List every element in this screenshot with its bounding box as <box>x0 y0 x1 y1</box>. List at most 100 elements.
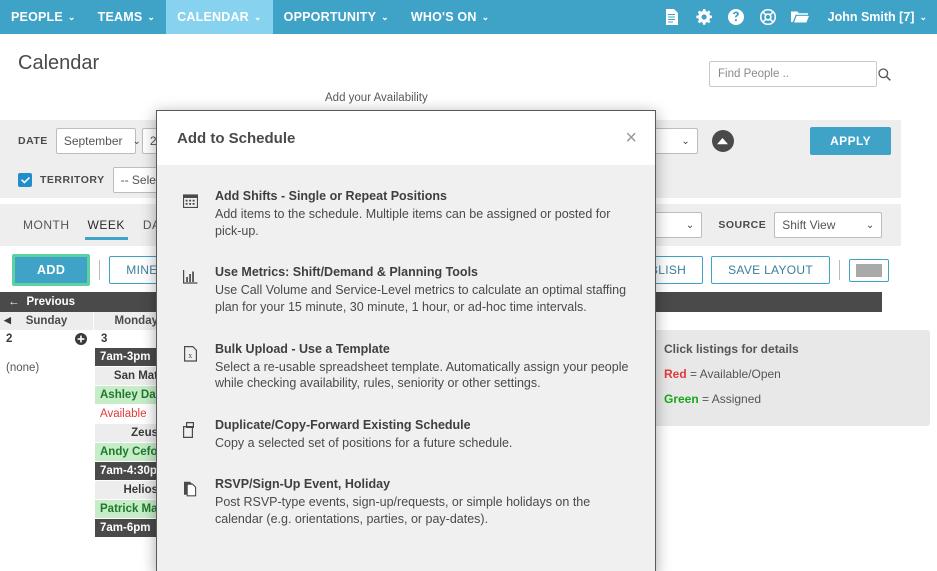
calendar-header-monday[interactable]: Monday <box>94 312 162 330</box>
search-icon[interactable] <box>878 67 899 81</box>
nav-item-whos-on[interactable]: WHO'S ON ⌄ <box>400 0 500 34</box>
modal-option-desc: Post RSVP-type events, sign-up/requests,… <box>215 495 591 526</box>
calendar-entry[interactable]: San Mat <box>95 367 163 386</box>
tab-month[interactable]: MONTH <box>14 212 79 238</box>
previous-label: Previous <box>26 296 76 308</box>
divider <box>99 260 101 280</box>
document-icon[interactable] <box>656 0 688 34</box>
calendar-entry[interactable]: Zeus <box>95 424 163 443</box>
close-icon[interactable]: × <box>625 128 637 148</box>
legend-green-row: Green = Assigned <box>664 392 916 406</box>
add-button[interactable]: ADD <box>12 254 91 286</box>
modal-option-text: RSVP/Sign-Up Event, Holiday Post RSVP-ty… <box>215 477 633 527</box>
calendar-header-sunday[interactable]: ◀ Sunday <box>0 312 94 330</box>
modal-option-text: Use Metrics: Shift/Demand & Planning Too… <box>215 265 633 315</box>
bar-chart-icon <box>179 265 201 315</box>
calendar-entry[interactable]: 7am-4:30pm <box>95 462 163 481</box>
top-navigation-bar: PEOPLE ⌄ TEAMS ⌄ CALENDAR ⌄ OPPORTUNITY … <box>0 0 937 34</box>
chevron-down-icon: ⌄ <box>681 135 690 147</box>
nav-item-opportunity[interactable]: OPPORTUNITY ⌄ <box>273 0 400 34</box>
modal-option-duplicate-schedule[interactable]: Duplicate/Copy-Forward Existing Schedule… <box>179 418 633 452</box>
apply-button[interactable]: APPLY <box>810 127 891 155</box>
action-row-right: PUBLISH SAVE LAYOUT <box>615 256 889 284</box>
add-to-schedule-modal: Add to Schedule × Add Shifts - Single or… <box>156 110 656 571</box>
nav-item-label: PEOPLE <box>11 10 63 24</box>
gear-icon[interactable] <box>688 0 720 34</box>
nav-item-people[interactable]: PEOPLE ⌄ <box>0 0 87 34</box>
legend-title: Click listings for details <box>664 342 799 356</box>
modal-option-bulk-upload[interactable]: x Bulk Upload - Use a Template Select a … <box>179 342 633 392</box>
modal-option-desc: Select a re-usable spreadsheet template.… <box>215 359 629 391</box>
modal-header: Add to Schedule × <box>157 111 655 165</box>
calendar-empty-label: (none) <box>6 362 40 374</box>
chevron-down-icon: ⌄ <box>865 219 875 231</box>
modal-option-text: Duplicate/Copy-Forward Existing Schedule… <box>215 418 633 452</box>
modal-body: Add Shifts - Single or Repeat Positions … <box>157 165 655 571</box>
add-shift-icon[interactable] <box>75 333 87 345</box>
arrow-prev-week-icon[interactable]: ◀ <box>4 315 11 326</box>
calendar-column-sunday: 2 (none) <box>0 330 94 374</box>
source-label: SOURCE <box>718 219 767 231</box>
modal-option-title: RSVP/Sign-Up Event, Holiday <box>215 477 391 492</box>
calendar-daynum-monday: 3 <box>95 330 163 348</box>
modal-option-rsvp-event[interactable]: RSVP/Sign-Up Event, Holiday Post RSVP-ty… <box>179 477 633 527</box>
page-title: Calendar <box>18 52 100 74</box>
calendar-entry[interactable]: Patrick Mart <box>95 500 163 519</box>
chevron-down-icon: ⌄ <box>253 11 262 22</box>
modal-option-use-metrics[interactable]: Use Metrics: Shift/Demand & Planning Too… <box>179 265 633 315</box>
copy-icon <box>179 418 201 452</box>
modal-option-desc: Add items to the schedule. Multiple item… <box>215 207 611 238</box>
territory-checkbox[interactable] <box>18 173 32 187</box>
calendar-header-label: Sunday <box>25 315 68 327</box>
modal-option-title: Add Shifts - Single or Repeat Positions <box>215 189 447 203</box>
search-box[interactable] <box>709 61 891 87</box>
nav-item-label: CALENDAR <box>177 10 249 24</box>
calendar-header-label: Monday <box>114 315 158 327</box>
nav-item-teams[interactable]: TEAMS ⌄ <box>87 0 167 34</box>
check-icon <box>20 176 30 184</box>
add-availability-link[interactable]: Add your Availability <box>325 92 428 104</box>
legend-panel: Click listings for details Red = Availab… <box>650 330 930 426</box>
collapse-filters-button[interactable] <box>711 130 734 152</box>
source-select-value: Shift View <box>782 218 836 232</box>
calendar-entry[interactable]: 7am-3pm <box>95 348 163 367</box>
calendar-entry[interactable]: 7am-6pm <box>95 519 163 538</box>
user-menu[interactable]: John Smith [7] ⌄ <box>816 10 927 24</box>
calendar-entry[interactable]: Andy Cefolo <box>95 443 163 462</box>
chevron-up-icon <box>717 137 729 144</box>
modal-option-desc: Use Call Volume and Service-Level metric… <box>215 283 627 314</box>
lifebuoy-icon[interactable] <box>752 0 784 34</box>
calendar-entry[interactable]: Ashley Daly <box>95 386 163 405</box>
help-icon[interactable] <box>720 0 752 34</box>
chevron-down-icon: ⌄ <box>67 11 76 22</box>
calendar-date-label: 2 <box>6 333 13 345</box>
month-select[interactable]: September ⌄ <box>55 128 141 154</box>
user-name-label: John Smith [7] <box>827 10 915 24</box>
divider <box>839 260 840 280</box>
chevron-down-icon: ⌄ <box>685 219 695 231</box>
color-swatch-button[interactable] <box>849 258 889 282</box>
color-swatch <box>856 263 882 277</box>
date-filter-label: DATE <box>18 135 48 147</box>
nav-item-calendar[interactable]: CALENDAR ⌄ <box>166 0 273 34</box>
calendar-column-monday: 3 7am-3pm San Mat Ashley Daly Available … <box>95 330 163 538</box>
territory-filter-label: TERRITORY <box>40 174 105 186</box>
chevron-down-icon: ⌄ <box>132 135 141 147</box>
nav-item-label: OPPORTUNITY <box>283 10 377 24</box>
tab-week[interactable]: WEEK <box>79 212 134 240</box>
calendar-entry[interactable]: Helios <box>95 481 163 500</box>
modal-option-add-shifts[interactable]: Add Shifts - Single or Repeat Positions … <box>179 189 633 239</box>
modal-option-text: Add Shifts - Single or Repeat Positions … <box>215 189 633 239</box>
chevron-down-icon: ⌄ <box>147 11 156 22</box>
legend-red-row: Red = Available/Open <box>664 367 916 381</box>
search-input[interactable] <box>710 68 878 80</box>
legend-green-text: = Assigned <box>698 392 762 406</box>
nav-icon-group: John Smith [7] ⌄ <box>656 0 937 34</box>
save-layout-button[interactable]: SAVE LAYOUT <box>711 256 830 284</box>
source-select[interactable]: Shift View ⌄ <box>774 212 883 238</box>
folder-icon[interactable] <box>784 0 816 34</box>
calendar-daynum-sunday: 2 <box>0 330 93 348</box>
nav-menu-list: PEOPLE ⌄ TEAMS ⌄ CALENDAR ⌄ OPPORTUNITY … <box>0 0 500 34</box>
legend-red-word: Red <box>664 367 687 381</box>
calendar-entry[interactable]: Available <box>95 405 163 424</box>
